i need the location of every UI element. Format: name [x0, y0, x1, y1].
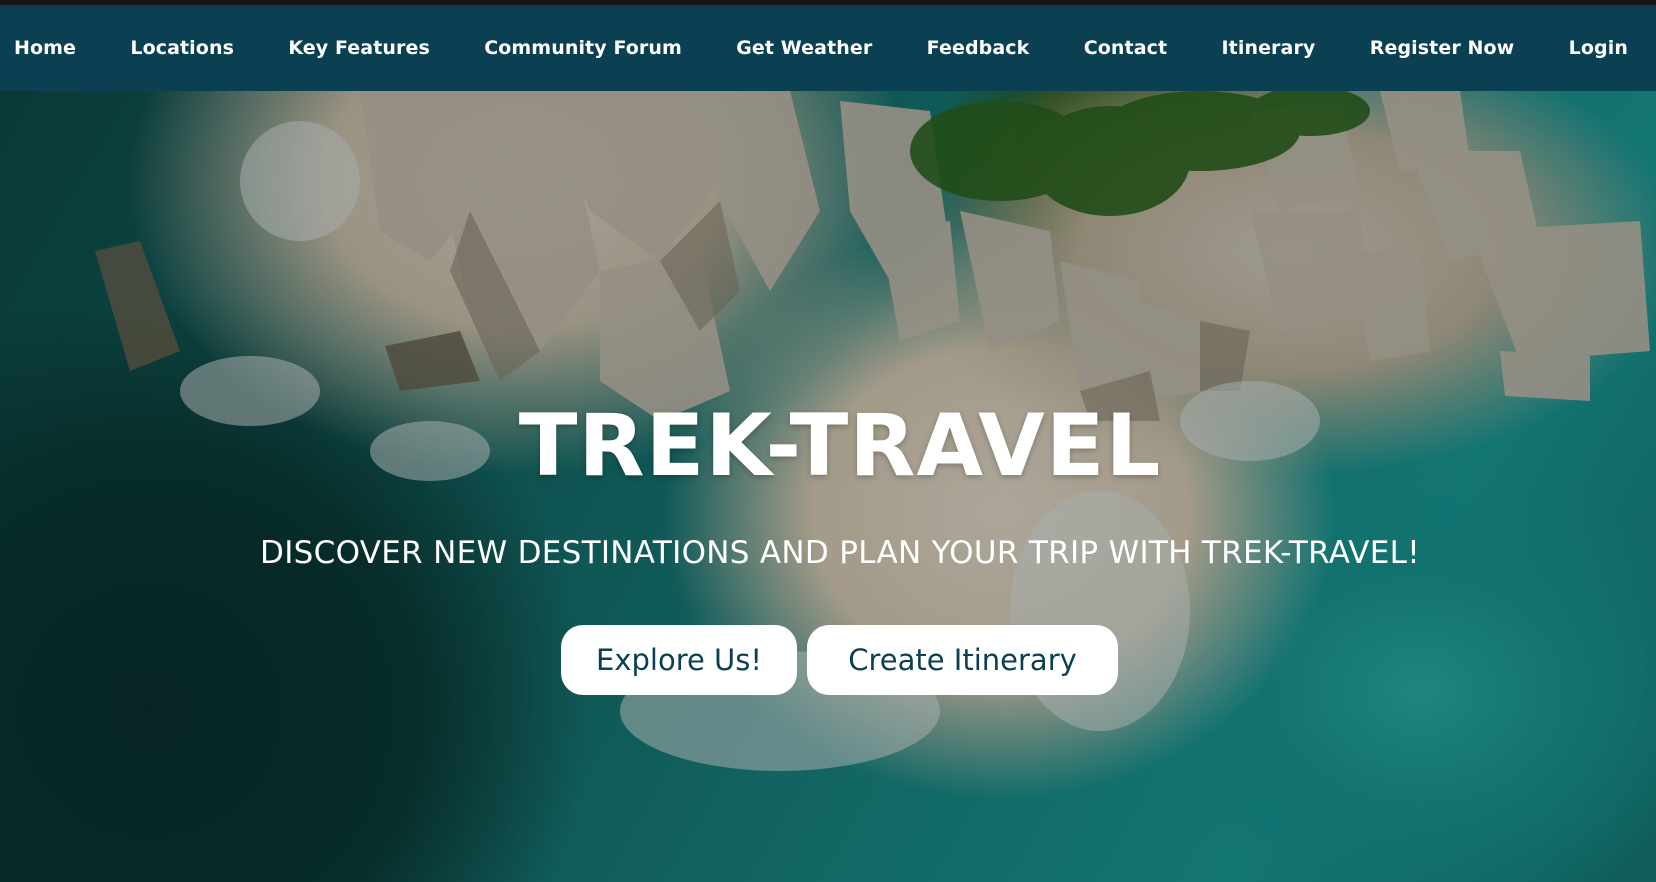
- explore-us-button[interactable]: Explore Us!: [561, 625, 797, 695]
- nav-community-forum[interactable]: Community Forum: [484, 37, 682, 59]
- main-navbar: Home Locations Key Features Community Fo…: [0, 5, 1656, 91]
- hero-title: TREK-TRAVEL: [518, 396, 1162, 496]
- nav-login[interactable]: Login: [1569, 37, 1628, 59]
- hero-subtitle: DISCOVER NEW DESTINATIONS AND PLAN YOUR …: [260, 535, 1420, 571]
- nav-home[interactable]: Home: [14, 37, 76, 59]
- nav-contact[interactable]: Contact: [1084, 37, 1167, 59]
- hero-section: TREK-TRAVEL DISCOVER NEW DESTINATIONS AN…: [0, 91, 1656, 882]
- nav-locations[interactable]: Locations: [130, 37, 234, 59]
- nav-itinerary[interactable]: Itinerary: [1221, 37, 1315, 59]
- nav-feedback[interactable]: Feedback: [927, 37, 1030, 59]
- create-itinerary-button[interactable]: Create Itinerary: [807, 625, 1118, 695]
- nav-key-features[interactable]: Key Features: [288, 37, 430, 59]
- nav-register-now[interactable]: Register Now: [1370, 37, 1515, 59]
- nav-get-weather[interactable]: Get Weather: [736, 37, 872, 59]
- hero-button-row: Explore Us! Create Itinerary: [561, 625, 1118, 695]
